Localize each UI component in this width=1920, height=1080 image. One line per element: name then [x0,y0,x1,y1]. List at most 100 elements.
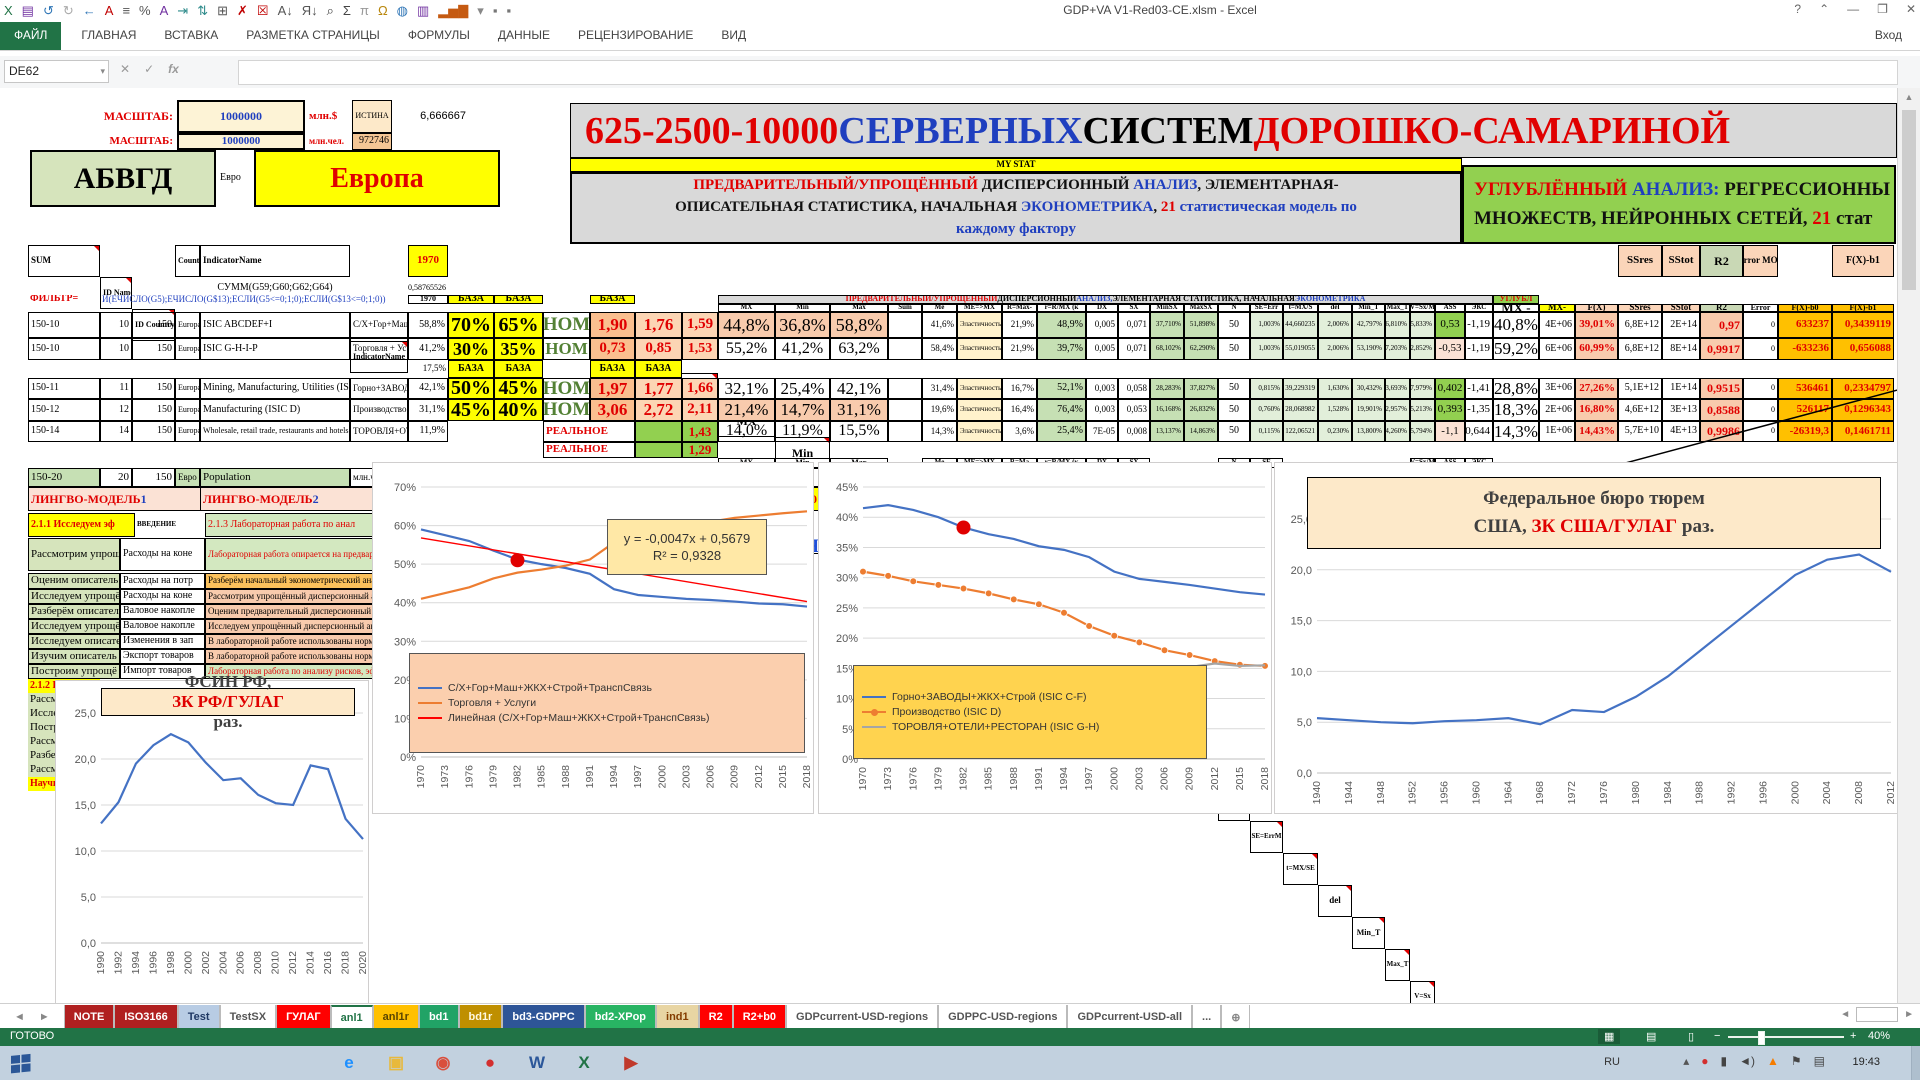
grid-cell[interactable]: 122,06521 [1283,421,1318,442]
grid-cell[interactable]: Евро [218,150,252,207]
grid-cell[interactable]: Europa [175,312,200,338]
grid-cell[interactable]: SSres [1618,245,1662,277]
grid-cell[interactable]: 3,6% [1002,421,1037,442]
grid-cell[interactable]: 2,72 [635,399,682,421]
grid-cell[interactable]: ME=>MX [957,304,1002,312]
hscroll-thumb[interactable] [1856,1007,1898,1022]
grid-cell[interactable]: 2E+14 [1662,312,1700,338]
grid-cell[interactable]: 150-12 [28,399,100,421]
taskbar-icon-recorder[interactable]: ● [471,1049,509,1077]
grid-cell[interactable]: SUM [28,245,100,277]
grid-cell[interactable]: 14,43% [1575,421,1618,442]
grid-cell[interactable]: 35% [494,338,543,360]
grid-cell[interactable]: 0,656088 [1832,338,1894,360]
align-icon[interactable]: ≡ [122,1,130,21]
grid-cell[interactable]: F(X) [1575,304,1618,312]
grid-cell[interactable]: БАЗА [590,295,635,304]
name-box[interactable]: DE62▾ [4,60,109,83]
grid-cell[interactable]: 11 [100,378,132,399]
grid-cell[interactable]: Эластичность =1 [957,378,1002,399]
cancel-icon[interactable]: ✕ [120,62,130,76]
grid-cell[interactable]: SStot [1662,304,1700,312]
grid-cell[interactable] [888,399,922,421]
grid-cell[interactable]: SSres [1618,304,1662,312]
grid-cell[interactable]: -633236 [1778,338,1832,360]
grid-cell[interactable]: 4,6E+12 [1618,399,1662,421]
grid-cell[interactable]: 30,432% [1352,378,1385,399]
ribbon-display-icon[interactable]: ⌃ [1819,2,1829,16]
grid-cell[interactable]: 51,898% [1184,312,1218,338]
hyperlink-icon[interactable]: ▥ [417,1,429,21]
grid-cell[interactable]: 1,29 [682,442,718,458]
grid-cell[interactable]: 50 [1218,421,1250,442]
grid-cell[interactable]: SX [1118,304,1150,312]
grid-cell[interactable]: ПРЕДВАРИТЕЛЬНЫЙ/УПРОЩЁННЫЙ ДИСПЕРСИОННЫЙ… [718,295,1493,304]
grid-cell[interactable]: 62,290% [1184,338,1218,360]
chart-area-icon[interactable]: ▪ [493,1,498,21]
grid-cell[interactable]: Max [830,304,888,312]
grid-cell[interactable]: 1000000 [177,100,305,133]
grid-cell[interactable]: Wholesale, retail trade, restaurants and… [200,421,350,442]
grid-cell[interactable]: МАСШТАБ: [95,100,175,133]
grid-cell[interactable]: 1,59 [682,312,718,338]
grid-cell[interactable]: 0,393 [1435,399,1465,421]
grid-cell[interactable]: 53,190% [1352,338,1385,360]
sheet-grid[interactable]: МАСШТАБ:1000000млн.$ИСТИНА6,6666671,2%МА… [0,88,1898,1003]
chart-structure-europe[interactable]: 0%10%20%30%40%50%60%70%19701973197619791… [372,462,814,814]
grid-cell[interactable]: 0,230% [1318,421,1352,442]
grid-cell[interactable]: SE=Err [1250,304,1283,312]
grid-cell[interactable]: 1,630% [1318,378,1352,399]
ribbon-tab-рецензирование[interactable]: РЕЦЕНЗИРОВАНИЕ [564,22,707,50]
grid-cell[interactable]: 3E+13 [1662,399,1700,421]
tray-speaker-icon[interactable]: ◄) [1739,1054,1755,1068]
orientation-icon[interactable]: ⇅ [197,1,208,21]
start-button[interactable] [2,1049,40,1077]
grid-cell[interactable]: 15,833% [1410,312,1435,338]
grid-cell[interactable]: НОМ [543,338,590,360]
grid-cell[interactable]: MX - [1493,304,1539,312]
grid-cell[interactable]: 1E+14 [1662,378,1700,399]
grid-cell[interactable]: Mining, Manufacturing, Utilities (ISIC [200,378,350,399]
grid-cell[interactable]: 15,5% [830,421,888,442]
sheet-tab-[interactable]: ГУЛАГ [276,1005,331,1029]
scroll-up-icon[interactable]: ▲ [1898,88,1920,102]
grid-cell[interactable]: БАЗА [494,295,543,304]
grid-cell[interactable]: 972746 [352,133,392,150]
grid-cell[interactable]: 1,528% [1318,399,1352,421]
grid-cell[interactable]: N [1218,304,1250,312]
grid-cell[interactable]: SE=ErrM [1250,821,1283,853]
grid-cell[interactable]: 150-10 [28,312,100,338]
grid-cell[interactable]: Исследуем описате [28,634,120,649]
grid-cell[interactable]: 57,203% [1385,338,1410,360]
excel-logo-icon[interactable]: X [4,1,13,21]
grid-cell[interactable]: t=MX/SE [1283,853,1318,885]
sheet-tab-test[interactable]: Test [178,1005,220,1029]
grid-cell[interactable]: 50 [1218,312,1250,338]
grid-cell[interactable]: 21,9% [1002,312,1037,338]
grid-cell[interactable]: 31,4% [922,378,957,399]
grid-cell[interactable]: 0,58765526 [408,281,448,295]
grid-cell[interactable]: 60,99% [1575,338,1618,360]
grid-cell[interactable]: 32,1% [718,378,775,399]
grid-cell[interactable]: 1970 [408,245,448,277]
sign-in-link[interactable]: Вход [1875,28,1902,42]
grid-cell[interactable]: Расходы на потр [120,573,205,589]
grid-cell[interactable]: 37,710% [1150,312,1184,338]
grid-cell[interactable]: Разберём описател [28,604,120,619]
grid-cell[interactable]: 1,53 [682,338,718,360]
grid-cell[interactable]: 31,1% [830,399,888,421]
grid-cell[interactable]: 13,137% [1150,421,1184,442]
grid-cell[interactable]: 63,2% [830,338,888,360]
grid-cell[interactable]: 25,213% [1410,399,1435,421]
grid-cell[interactable]: 1,76 [635,312,682,338]
sort-az-icon[interactable]: Я↓ [302,1,318,21]
chart-column-icon[interactable]: ▾ [477,1,484,21]
grid-cell[interactable]: 13,800% [1352,421,1385,442]
grid-cell[interactable]: 1,43 [682,421,718,442]
grid-cell[interactable]: Europa [175,378,200,399]
fx-icon[interactable]: fx [168,62,179,76]
undo-icon[interactable]: ↺ [43,1,54,21]
grid-cell[interactable]: t=MX/S [1283,304,1318,312]
grid-cell[interactable]: 3,06 [590,399,635,421]
grid-cell[interactable]: 1,66 [682,378,718,399]
